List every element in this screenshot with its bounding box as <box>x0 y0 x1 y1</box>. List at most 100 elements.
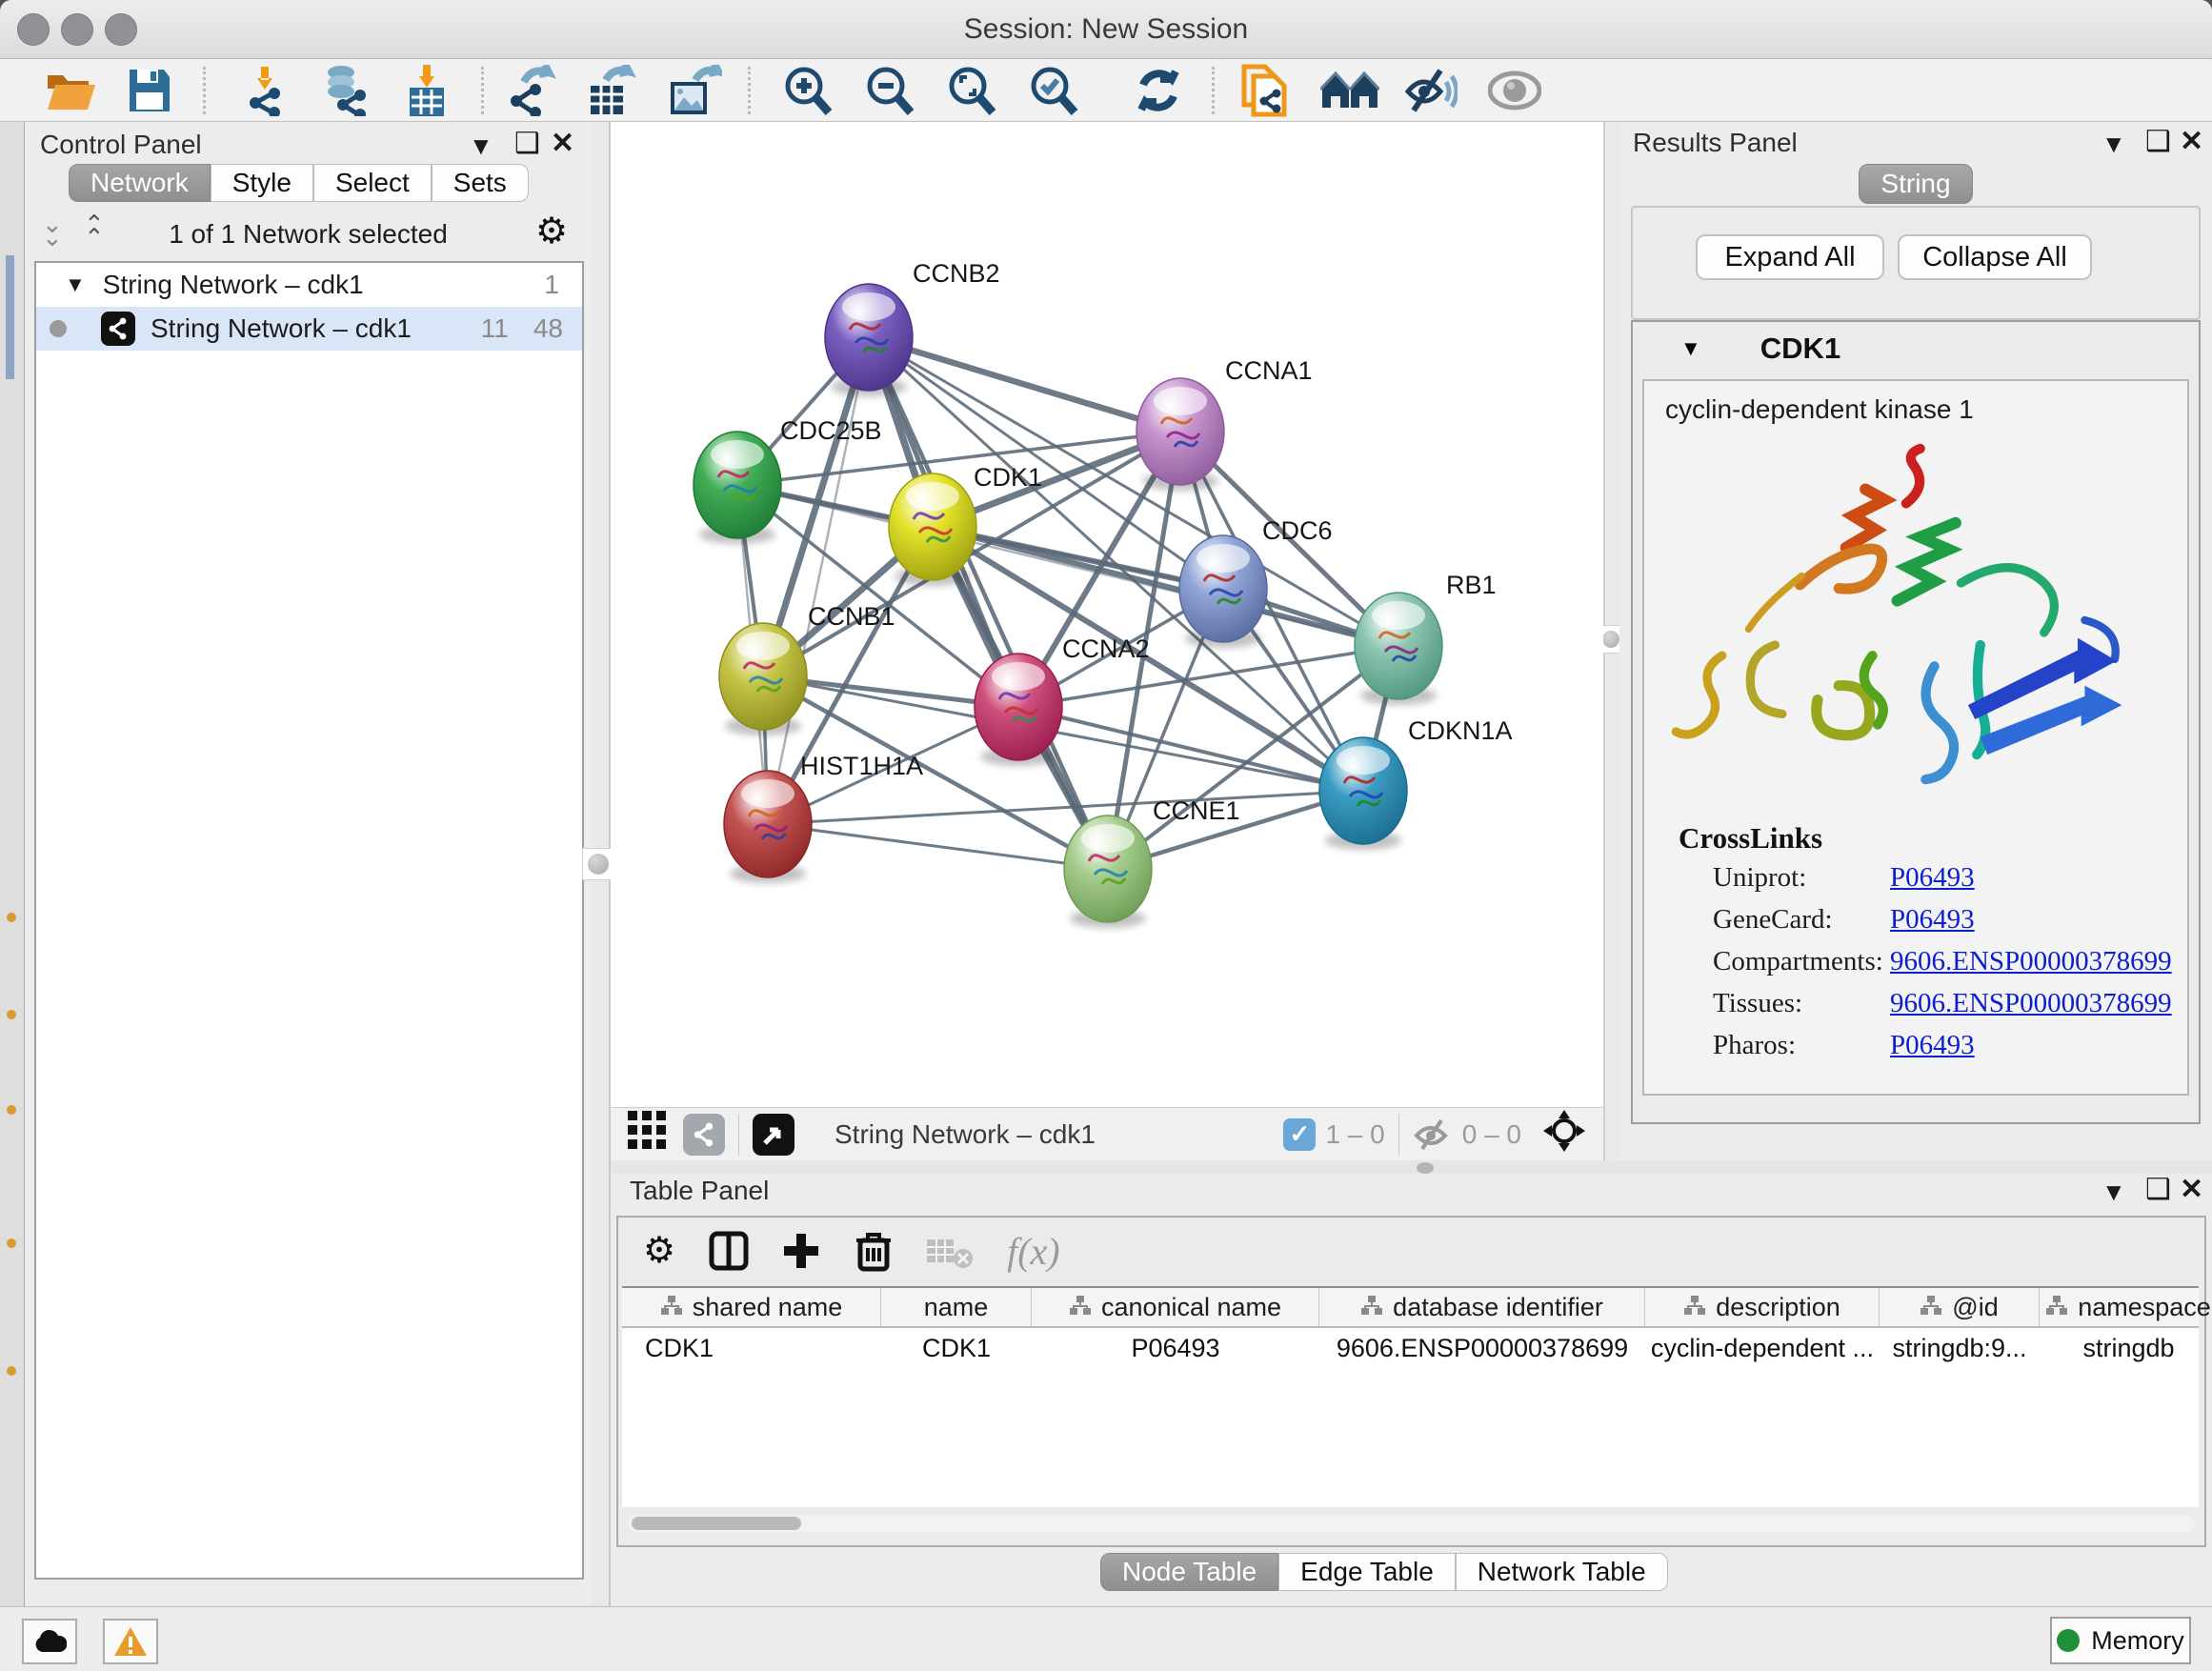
save-session-button[interactable] <box>128 65 171 116</box>
table-cell[interactable]: stringdb <box>2040 1328 2212 1368</box>
edge[interactable] <box>768 824 1108 869</box>
string-copy-network-button[interactable] <box>1238 65 1290 116</box>
string-home-button[interactable] <box>1320 65 1379 116</box>
column-header-database-identifier[interactable]: database identifier <box>1319 1288 1645 1326</box>
close-panel-button[interactable]: ✕ <box>551 130 574 158</box>
protein-node-CCNA1[interactable]: CCNA1 <box>1136 356 1313 491</box>
tab-edge-table[interactable]: Edge Table <box>1278 1553 1456 1591</box>
column-header-shared-name[interactable]: shared name <box>622 1288 881 1326</box>
table-horizontal-scrollbar[interactable] <box>628 1515 2195 1532</box>
sliver-dot <box>7 1366 16 1376</box>
table-row[interactable]: CDK1CDK1P064939606.ENSP00000378699cyclin… <box>622 1328 2199 1368</box>
collection-disclosure-icon[interactable]: ▼ <box>65 272 86 297</box>
column-header-name[interactable]: name <box>881 1288 1032 1326</box>
export-network-button[interactable] <box>507 65 556 116</box>
tab-string[interactable]: String <box>1859 164 1973 204</box>
crosslink-link[interactable]: 9606.ENSP00000378699 <box>1890 946 2172 977</box>
float-panel-button[interactable]: ▼ <box>469 133 493 158</box>
column-header-description[interactable]: description <box>1645 1288 1880 1326</box>
tab-style[interactable]: Style <box>211 164 313 202</box>
close-panel-button[interactable]: ✕ <box>2180 128 2203 156</box>
export-table-button[interactable] <box>585 65 636 116</box>
collapse-all-button[interactable]: Collapse All <box>1898 234 2092 280</box>
open-session-button[interactable] <box>44 65 97 116</box>
collection-label: String Network – cdk1 <box>103 270 364 300</box>
memory-button[interactable]: Memory <box>2050 1617 2191 1664</box>
cloud-status-button[interactable] <box>22 1619 77 1664</box>
horizontal-splitter[interactable] <box>611 1160 2212 1174</box>
network-share-button[interactable] <box>683 1114 725 1156</box>
network-options-gear-icon[interactable]: ⚙ <box>535 213 568 250</box>
birdseye-toggle-button[interactable] <box>753 1114 794 1156</box>
protein-node-CCNB1[interactable]: CCNB1 <box>719 602 895 735</box>
add-column-icon[interactable] <box>780 1230 822 1272</box>
table-body: CDK1CDK1P064939606.ENSP00000378699cyclin… <box>622 1328 2199 1368</box>
column-header-@id[interactable]: @id <box>1880 1288 2040 1326</box>
fit-selected-button[interactable] <box>1542 1109 1586 1159</box>
right-splitter[interactable] <box>1603 122 1619 1160</box>
protein-node-RB1[interactable]: RB1 <box>1355 571 1497 705</box>
refresh-button[interactable] <box>1134 65 1183 116</box>
table-cell[interactable]: P06493 <box>1032 1328 1319 1368</box>
import-table-button[interactable] <box>404 65 450 116</box>
tab-network[interactable]: Network <box>69 164 211 202</box>
close-panel-button[interactable]: ✕ <box>2180 1176 2203 1204</box>
protein-node-CCNE1[interactable]: CCNE1 <box>1064 796 1240 928</box>
crosslink-link[interactable]: 9606.ENSP00000378699 <box>1890 988 2172 1019</box>
import-network-database-button[interactable] <box>320 65 373 116</box>
node-label: CCNE1 <box>1153 796 1240 825</box>
crosslink-link[interactable]: P06493 <box>1890 1030 1975 1061</box>
section-disclosure-icon[interactable]: ▼ <box>1680 336 1701 361</box>
tab-sets[interactable]: Sets <box>432 164 529 202</box>
tab-select[interactable]: Select <box>313 164 432 202</box>
zoom-out-button[interactable] <box>865 65 915 116</box>
scrollbar-thumb[interactable] <box>632 1517 801 1530</box>
grid-view-button[interactable] <box>628 1111 668 1158</box>
warnings-button[interactable] <box>103 1619 158 1664</box>
string-network-graph[interactable]: CCNB2CCNA1CDC25BCDK1CDC6RB1CCNB1CCNA2CDK… <box>611 122 1603 1107</box>
table-cell[interactable]: cyclin-dependent ... <box>1645 1328 1880 1368</box>
left-splitter-handle[interactable] <box>582 848 614 880</box>
network-collection-row[interactable]: ▼ String Network – cdk1 1 <box>36 263 582 307</box>
crosslink-link[interactable]: P06493 <box>1890 862 1975 894</box>
table-options-gear-icon[interactable]: ⚙ <box>643 1233 675 1269</box>
table-cell[interactable]: CDK1 <box>622 1328 881 1368</box>
table-cell[interactable]: 9606.ENSP00000378699 <box>1319 1328 1645 1368</box>
maximize-panel-button[interactable]: ❑ <box>514 130 540 158</box>
edge[interactable] <box>869 337 1180 432</box>
column-header-namespace[interactable]: namespace <box>2040 1288 2212 1326</box>
crosslink-link[interactable]: P06493 <box>1890 904 1975 936</box>
maximize-panel-button[interactable]: ❑ <box>2145 1176 2171 1204</box>
string-hide-glass-button[interactable] <box>1404 65 1458 116</box>
show-columns-icon[interactable] <box>708 1230 750 1272</box>
sliver-dot <box>7 1010 16 1019</box>
table-cell[interactable]: CDK1 <box>881 1328 1032 1368</box>
import-network-file-button[interactable] <box>240 65 290 116</box>
float-panel-button[interactable]: ▼ <box>2101 131 2126 156</box>
sliver-dot <box>7 1105 16 1115</box>
tab-node-table[interactable]: Node Table <box>1100 1553 1278 1591</box>
protein-node-CDKN1A[interactable]: CDKN1A <box>1319 716 1513 850</box>
left-splitter[interactable] <box>592 122 611 1606</box>
zoom-selected-button[interactable] <box>1029 65 1078 116</box>
expand-all-button[interactable]: Expand All <box>1696 234 1884 280</box>
selected-checkbox[interactable]: ✓ <box>1283 1118 1316 1151</box>
current-network-dot <box>50 320 67 337</box>
table-cell[interactable]: stringdb:9... <box>1880 1328 2040 1368</box>
gene-section-header[interactable]: ▼ CDK1 <box>1633 322 2199 375</box>
edge[interactable] <box>869 337 1108 869</box>
string-settings-sphere-button[interactable] <box>1488 65 1541 116</box>
zoom-fit-button[interactable] <box>947 65 996 116</box>
delete-column-icon[interactable] <box>855 1229 893 1273</box>
protein-node-CDC6[interactable]: CDC6 <box>1179 516 1333 648</box>
network-row-selected[interactable]: String Network – cdk1 11 48 <box>36 307 582 351</box>
network-canvas[interactable]: CCNB2CCNA1CDC25BCDK1CDC6RB1CCNB1CCNA2CDK… <box>611 122 1603 1107</box>
maximize-panel-button[interactable]: ❑ <box>2145 128 2171 156</box>
zoom-in-button[interactable] <box>783 65 833 116</box>
column-header-canonical-name[interactable]: canonical name <box>1032 1288 1319 1326</box>
tab-network-table[interactable]: Network Table <box>1456 1553 1668 1591</box>
edge[interactable] <box>1018 707 1363 791</box>
export-image-button[interactable] <box>667 65 722 116</box>
float-panel-button[interactable]: ▼ <box>2101 1179 2126 1204</box>
horizontal-splitter-handle[interactable] <box>1417 1162 1434 1174</box>
